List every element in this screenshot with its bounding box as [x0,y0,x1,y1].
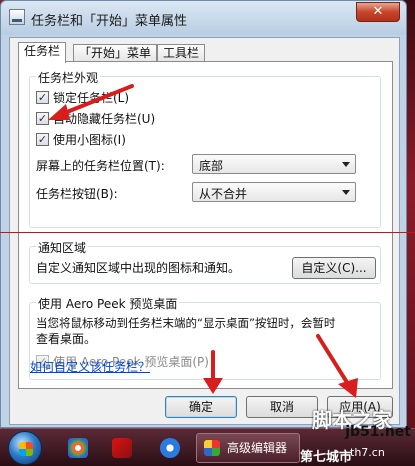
editor-icon [204,440,220,456]
tab-start-menu[interactable]: 「开始」菜单 [73,44,158,62]
tab-toolbars[interactable]: 工具栏 [157,44,206,62]
aero-desc-line1: 当您将鼠标移动到任务栏末端的“显示桌面”按钮时，会暂时 [36,316,336,330]
ok-button[interactable]: 确定 [165,396,237,418]
close-button[interactable]: ✕ [356,2,400,22]
notification-group-title: 通知区域 [36,239,89,256]
chevron-down-icon [342,190,350,195]
task-label: 高级编辑器 [227,441,288,455]
position-value: 底部 [199,159,224,173]
buttons-label: 任务栏按钮(B): [36,187,118,201]
annotation-arrow-ok [203,350,223,394]
small-icons-row[interactable]: ✓ 使用小图标(I) [36,131,126,148]
cancel-button[interactable]: 取消 [246,396,318,418]
app-icon[interactable] [112,438,132,458]
aero-peek-group-title: 使用 Aero Peek 预览桌面 [36,295,180,312]
aero-desc-line2: 查看桌面。 [36,332,97,346]
chrome-icon[interactable] [68,438,88,458]
taskbar-task-editor[interactable]: 高级编辑器 [196,433,300,463]
start-button-icon[interactable] [8,431,42,465]
title-bar[interactable]: 任务栏和「开始」菜单属性 ✕ [1,1,406,35]
help-link[interactable]: 如何自定义该任务栏？ [30,358,150,375]
annotation-arrow-autohide [48,84,134,120]
buttons-value: 从不合并 [199,187,248,201]
position-label: 屏幕上的任务栏位置(T): [36,159,165,173]
notification-desc: 自定义通知区域中出现的图标和通知。 [36,261,241,275]
taskbar-settings-icon [9,9,25,25]
chevron-down-icon [342,162,350,167]
watermark-bottom-right: th7.cn [350,446,385,459]
window-title: 任务栏和「开始」菜单属性 [31,14,188,29]
notification-group: 通知区域 自定义通知区域中出现的图标和通知。 自定义(C)... [29,239,381,284]
annotation-arrow-apply [316,334,358,398]
tab-taskbar[interactable]: 任务栏 [18,42,67,63]
buttons-select[interactable]: 从不合并 [192,182,356,202]
customize-button[interactable]: 自定义(C)... [292,257,376,279]
media-player-icon[interactable] [160,438,180,458]
small-icons-label: 使用小图标(I) [53,133,126,147]
watermark-site: jb51.net [345,424,411,440]
watermark-bottom-left: 第七城市 [300,450,353,465]
annotation-line [0,232,415,233]
position-select[interactable]: 底部 [192,154,356,174]
small-icons-checkbox[interactable]: ✓ [36,133,49,146]
